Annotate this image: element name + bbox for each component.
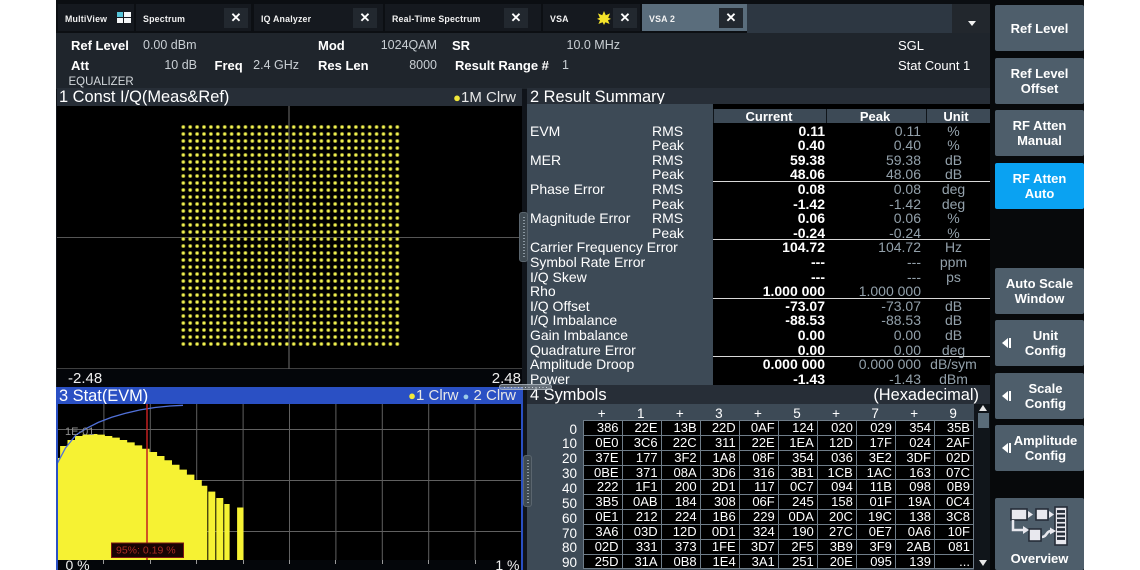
svg-text:95%: 0.19 %: 95%: 0.19 % — [116, 545, 176, 557]
svg-text:1E-01: 1E-01 — [65, 426, 94, 438]
